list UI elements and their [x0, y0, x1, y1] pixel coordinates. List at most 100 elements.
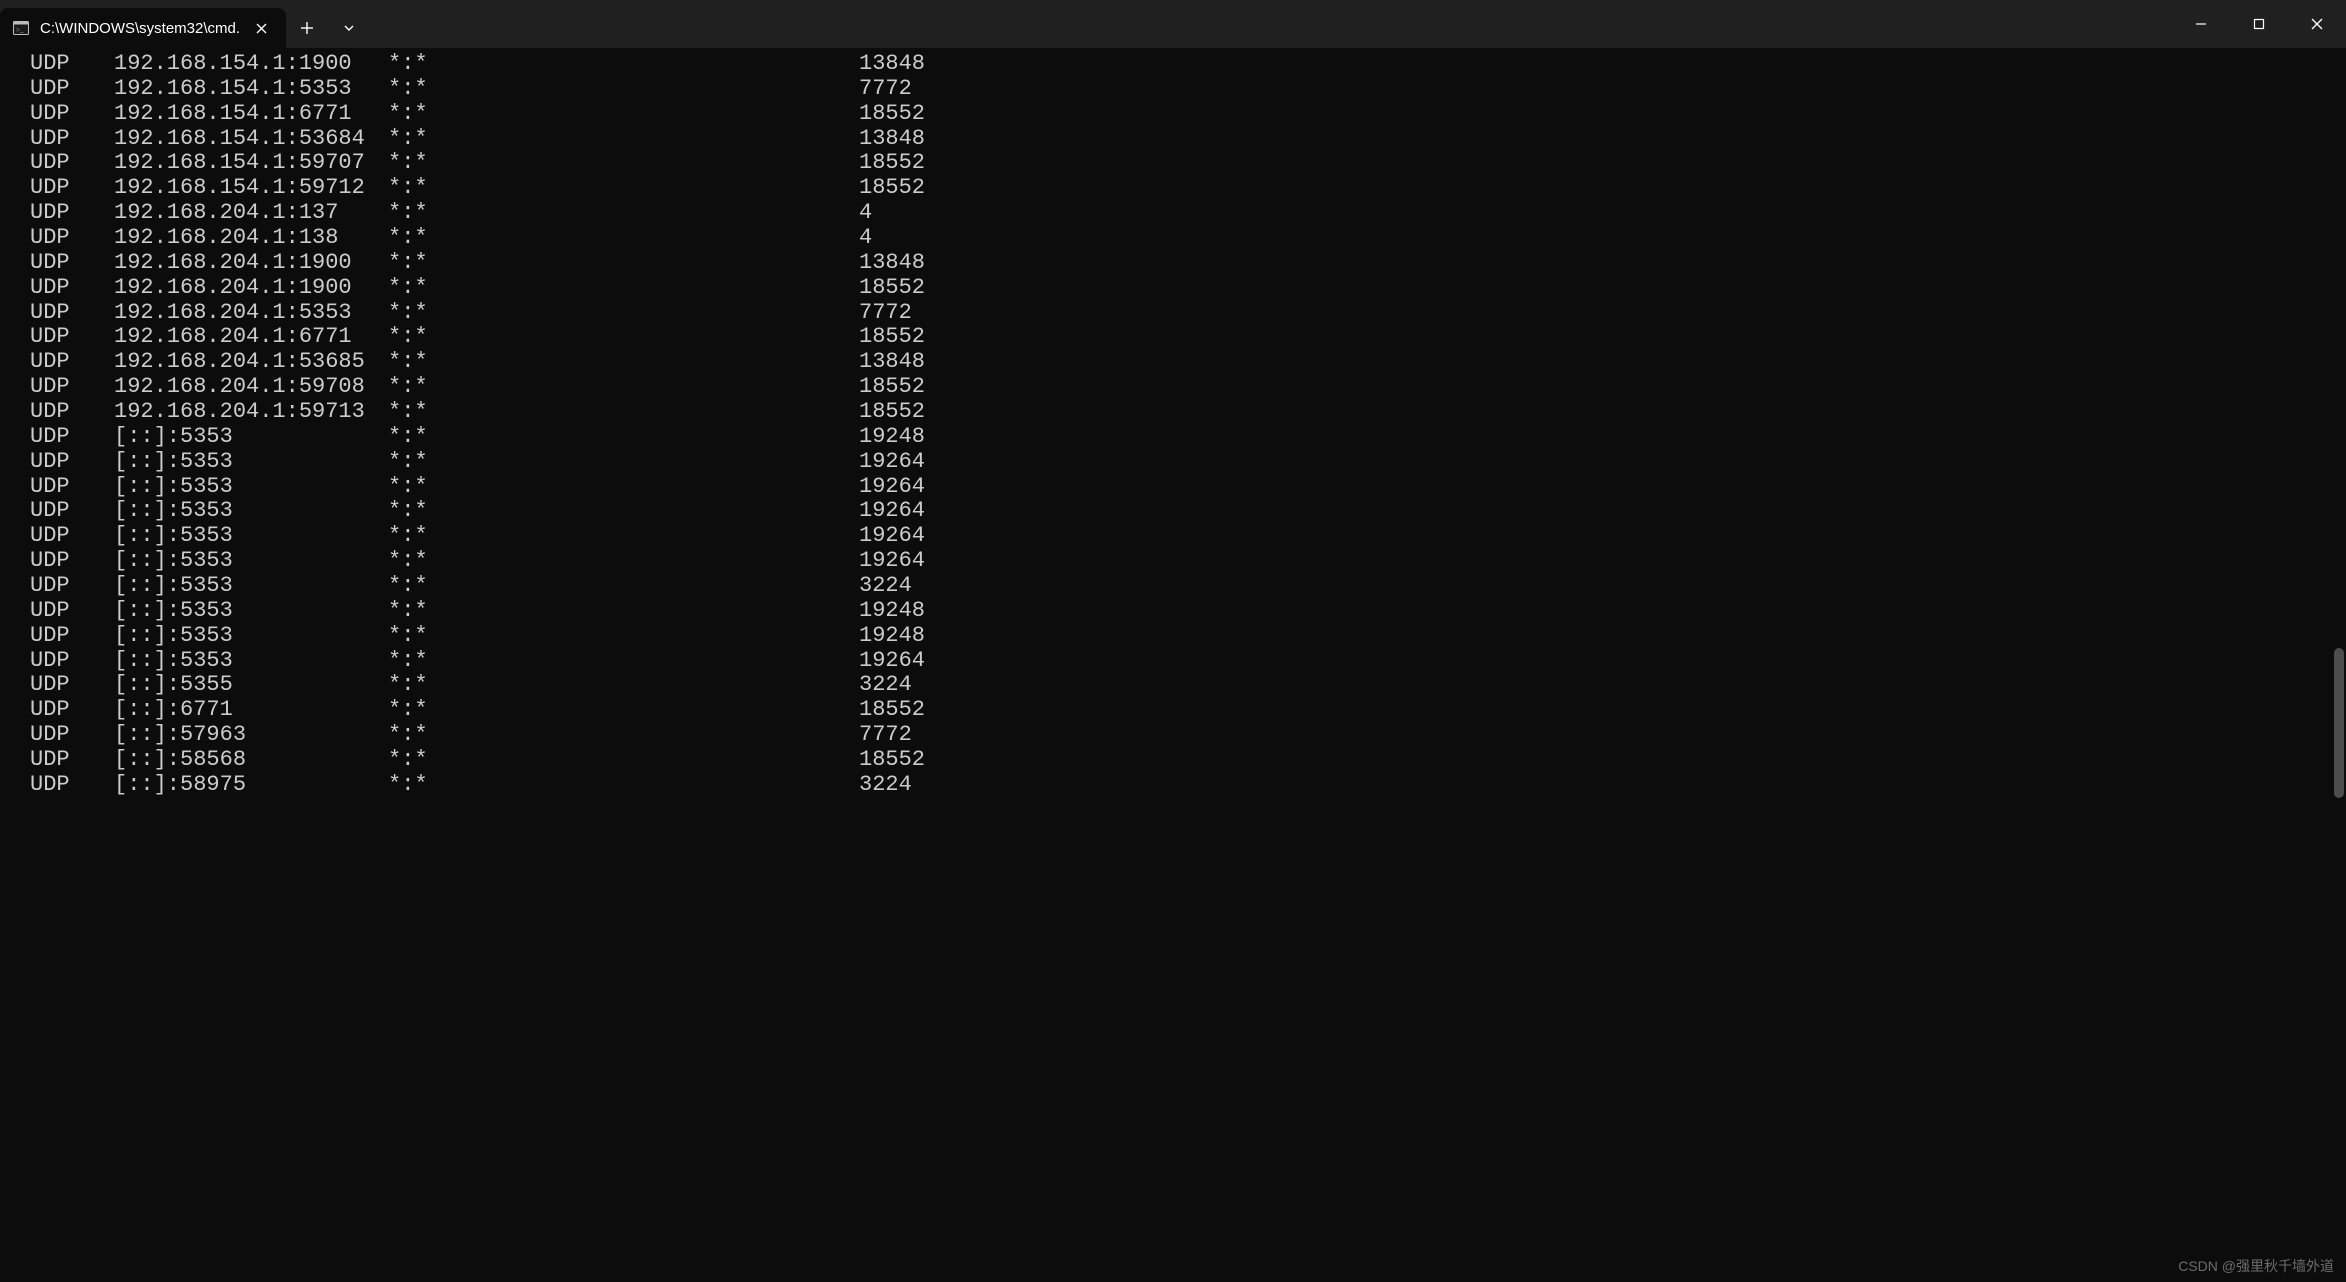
netstat-row: UDP[::]:5353*:*19248 [30, 599, 2346, 624]
local-address-cell: 192.168.204.1:138 [114, 226, 388, 251]
proto-cell: UDP [30, 276, 114, 301]
netstat-row: UDP192.168.154.1:1900*:*13848 [30, 52, 2346, 77]
local-address-cell: 192.168.204.1:1900 [114, 251, 388, 276]
pid-cell: 19264 [859, 450, 925, 475]
proto-cell: UDP [30, 773, 114, 798]
netstat-row: UDP[::]:5353*:*19264 [30, 499, 2346, 524]
tab-close-button[interactable] [250, 17, 272, 39]
foreign-address-cell: *:* [388, 102, 859, 127]
foreign-address-cell: *:* [388, 425, 859, 450]
proto-cell: UDP [30, 52, 114, 77]
foreign-address-cell: *:* [388, 350, 859, 375]
pid-cell: 4 [859, 201, 872, 226]
local-address-cell: [::]:57963 [114, 723, 388, 748]
tab-dropdown-button[interactable] [328, 8, 370, 48]
maximize-button[interactable] [2230, 0, 2288, 48]
foreign-address-cell: *:* [388, 400, 859, 425]
proto-cell: UDP [30, 524, 114, 549]
pid-cell: 3224 [859, 773, 912, 798]
netstat-row: UDP[::]:5353*:*19264 [30, 475, 2346, 500]
foreign-address-cell: *:* [388, 549, 859, 574]
svg-text:>_: >_ [16, 26, 24, 34]
tab-cmd[interactable]: >_ C:\WINDOWS\system32\cmd. [0, 8, 286, 48]
foreign-address-cell: *:* [388, 77, 859, 102]
pid-cell: 19264 [859, 475, 925, 500]
pid-cell: 13848 [859, 52, 925, 77]
netstat-row: UDP[::]:5355*:*3224 [30, 673, 2346, 698]
local-address-cell: [::]:5353 [114, 499, 388, 524]
netstat-row: UDP[::]:5353*:*19264 [30, 549, 2346, 574]
proto-cell: UDP [30, 673, 114, 698]
foreign-address-cell: *:* [388, 524, 859, 549]
pid-cell: 19248 [859, 599, 925, 624]
pid-cell: 18552 [859, 375, 925, 400]
netstat-row: UDP192.168.204.1:138*:*4 [30, 226, 2346, 251]
pid-cell: 18552 [859, 400, 925, 425]
local-address-cell: 192.168.154.1:59712 [114, 176, 388, 201]
terminal-area[interactable]: UDP192.168.154.1:1900*:*13848UDP192.168.… [0, 48, 2346, 1282]
pid-cell: 13848 [859, 251, 925, 276]
local-address-cell: 192.168.204.1:53685 [114, 350, 388, 375]
netstat-row: UDP192.168.154.1:59712*:*18552 [30, 176, 2346, 201]
foreign-address-cell: *:* [388, 748, 859, 773]
foreign-address-cell: *:* [388, 52, 859, 77]
cmd-icon: >_ [12, 19, 30, 37]
tab-title: C:\WINDOWS\system32\cmd. [40, 20, 240, 37]
local-address-cell: 192.168.204.1:59708 [114, 375, 388, 400]
proto-cell: UDP [30, 624, 114, 649]
netstat-row: UDP192.168.154.1:6771*:*18552 [30, 102, 2346, 127]
local-address-cell: 192.168.204.1:1900 [114, 276, 388, 301]
proto-cell: UDP [30, 226, 114, 251]
local-address-cell: [::]:5353 [114, 574, 388, 599]
local-address-cell: [::]:5353 [114, 599, 388, 624]
foreign-address-cell: *:* [388, 649, 859, 674]
foreign-address-cell: *:* [388, 624, 859, 649]
netstat-row: UDP[::]:57963*:*7772 [30, 723, 2346, 748]
foreign-address-cell: *:* [388, 475, 859, 500]
netstat-row: UDP192.168.204.1:53685*:*13848 [30, 350, 2346, 375]
pid-cell: 18552 [859, 325, 925, 350]
pid-cell: 18552 [859, 176, 925, 201]
local-address-cell: [::]:6771 [114, 698, 388, 723]
pid-cell: 18552 [859, 698, 925, 723]
foreign-address-cell: *:* [388, 251, 859, 276]
local-address-cell: 192.168.154.1:6771 [114, 102, 388, 127]
local-address-cell: 192.168.204.1:137 [114, 201, 388, 226]
local-address-cell: 192.168.154.1:1900 [114, 52, 388, 77]
local-address-cell: 192.168.204.1:59713 [114, 400, 388, 425]
titlebar: >_ C:\WINDOWS\system32\cmd. [0, 0, 2346, 48]
local-address-cell: 192.168.204.1:6771 [114, 325, 388, 350]
proto-cell: UDP [30, 375, 114, 400]
local-address-cell: 192.168.154.1:53684 [114, 127, 388, 152]
scrollbar-thumb[interactable] [2334, 648, 2344, 798]
local-address-cell: [::]:5353 [114, 649, 388, 674]
netstat-row: UDP[::]:5353*:*19248 [30, 624, 2346, 649]
netstat-row: UDP192.168.154.1:53684*:*13848 [30, 127, 2346, 152]
foreign-address-cell: *:* [388, 499, 859, 524]
pid-cell: 3224 [859, 574, 912, 599]
proto-cell: UDP [30, 127, 114, 152]
minimize-button[interactable] [2172, 0, 2230, 48]
pid-cell: 7772 [859, 723, 912, 748]
proto-cell: UDP [30, 649, 114, 674]
pid-cell: 7772 [859, 301, 912, 326]
local-address-cell: [::]:58568 [114, 748, 388, 773]
close-button[interactable] [2288, 0, 2346, 48]
proto-cell: UDP [30, 698, 114, 723]
new-tab-button[interactable] [286, 8, 328, 48]
foreign-address-cell: *:* [388, 375, 859, 400]
proto-cell: UDP [30, 151, 114, 176]
pid-cell: 19264 [859, 524, 925, 549]
foreign-address-cell: *:* [388, 176, 859, 201]
proto-cell: UDP [30, 251, 114, 276]
netstat-row: UDP192.168.154.1:5353*:*7772 [30, 77, 2346, 102]
netstat-row: UDP[::]:5353*:*19248 [30, 425, 2346, 450]
local-address-cell: [::]:5353 [114, 425, 388, 450]
pid-cell: 19248 [859, 624, 925, 649]
proto-cell: UDP [30, 723, 114, 748]
window-controls [2172, 0, 2346, 48]
netstat-row: UDP192.168.204.1:59713*:*18552 [30, 400, 2346, 425]
netstat-row: UDP192.168.204.1:1900*:*18552 [30, 276, 2346, 301]
proto-cell: UDP [30, 748, 114, 773]
pid-cell: 13848 [859, 127, 925, 152]
